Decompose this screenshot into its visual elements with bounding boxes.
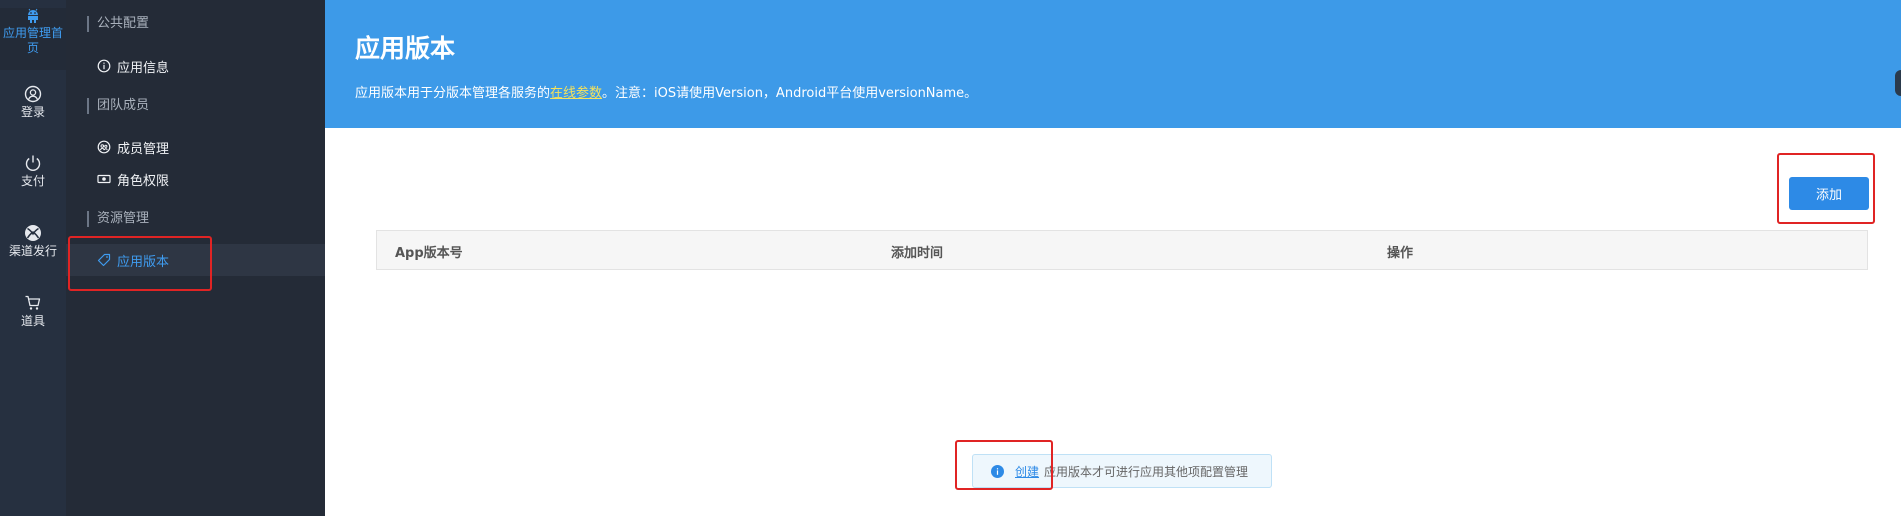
- rail-item-channel-release[interactable]: 渠道发行: [0, 224, 66, 259]
- main-content: 应用版本 应用版本用于分版本管理各服务的在线参数。注意：iOS请使用Versio…: [325, 0, 1901, 516]
- icon-rail: 应用管理首页 登录 支付 渠道发行 道具: [0, 0, 66, 516]
- rail-item-payment[interactable]: 支付: [0, 154, 66, 189]
- user-circle-icon: [24, 85, 42, 103]
- android-icon: [28, 8, 38, 23]
- rail-item-props[interactable]: 道具: [0, 294, 66, 329]
- sidebar-item-member-management[interactable]: 成员管理: [66, 131, 325, 163]
- sidebar-group-public-config: 公共配置: [87, 16, 149, 32]
- money-icon: [97, 174, 111, 184]
- rail-item-label: 应用管理首页: [2, 26, 63, 55]
- page-header-banner: 应用版本 应用版本用于分版本管理各服务的在线参数。注意：iOS请使用Versio…: [325, 0, 1901, 128]
- online-params-link[interactable]: 在线参数: [550, 86, 602, 101]
- sidebar-item-label: 成员管理: [117, 141, 170, 157]
- info-icon: [97, 59, 111, 73]
- sidebar-group-team-members: 团队成员: [87, 98, 149, 114]
- column-header-added-time: 添加时间: [891, 246, 944, 261]
- create-version-link[interactable]: 创建: [1015, 463, 1039, 480]
- sidebar-item-role-permissions[interactable]: 角色权限: [66, 163, 325, 195]
- empty-state-notice: 创建 应用版本才可进行应用其他项配置管理: [972, 454, 1272, 488]
- page-description-note: 。注意：iOS请使用Version，Android平台使用versionName…: [602, 86, 978, 101]
- xbox-icon: [25, 225, 41, 241]
- column-header-actions: 操作: [1387, 246, 1414, 261]
- rail-item-app-home[interactable]: 应用管理首页: [0, 8, 66, 70]
- secondary-sidebar: 公共配置 应用信息 团队成员 成员管理 角色权限 资源管理 应用版本: [66, 0, 325, 516]
- info-icon: [991, 464, 1004, 478]
- page-title: 应用版本: [355, 34, 456, 63]
- sidebar-item-app-version[interactable]: 应用版本: [66, 244, 325, 276]
- sidebar-item-app-info[interactable]: 应用信息: [66, 50, 325, 82]
- notice-text: 应用版本才可进行应用其他项配置管理: [1044, 464, 1249, 479]
- version-table-header: App版本号 添加时间 操作: [376, 230, 1868, 270]
- rail-item-label: 道具: [20, 314, 45, 328]
- power-icon: [25, 155, 41, 171]
- sidebar-item-label: 应用信息: [117, 60, 170, 76]
- rail-item-label: 登录: [20, 105, 45, 119]
- sidebar-group-resource-management: 资源管理: [87, 211, 149, 227]
- members-icon: [97, 140, 111, 154]
- cart-icon: [25, 295, 41, 310]
- sidebar-item-label: 应用版本: [117, 254, 170, 270]
- add-version-button[interactable]: 添加: [1789, 177, 1869, 210]
- page-description: 应用版本用于分版本管理各服务的在线参数。注意：iOS请使用Version，And…: [355, 85, 977, 103]
- column-header-app-version: App版本号: [395, 246, 463, 261]
- sidebar-item-label: 角色权限: [117, 173, 170, 189]
- rail-item-login[interactable]: 登录: [0, 85, 66, 120]
- page-description-text: 应用版本用于分版本管理各服务的: [355, 86, 551, 101]
- tag-icon: [97, 253, 111, 267]
- rail-item-label: 支付: [20, 174, 45, 188]
- rail-item-label: 渠道发行: [8, 244, 57, 258]
- app-window: 应用管理首页 登录 支付 渠道发行 道具 公共配置 应用信息 团队成员 成员管理…: [0, 0, 1901, 516]
- scroll-handle[interactable]: [1895, 70, 1901, 96]
